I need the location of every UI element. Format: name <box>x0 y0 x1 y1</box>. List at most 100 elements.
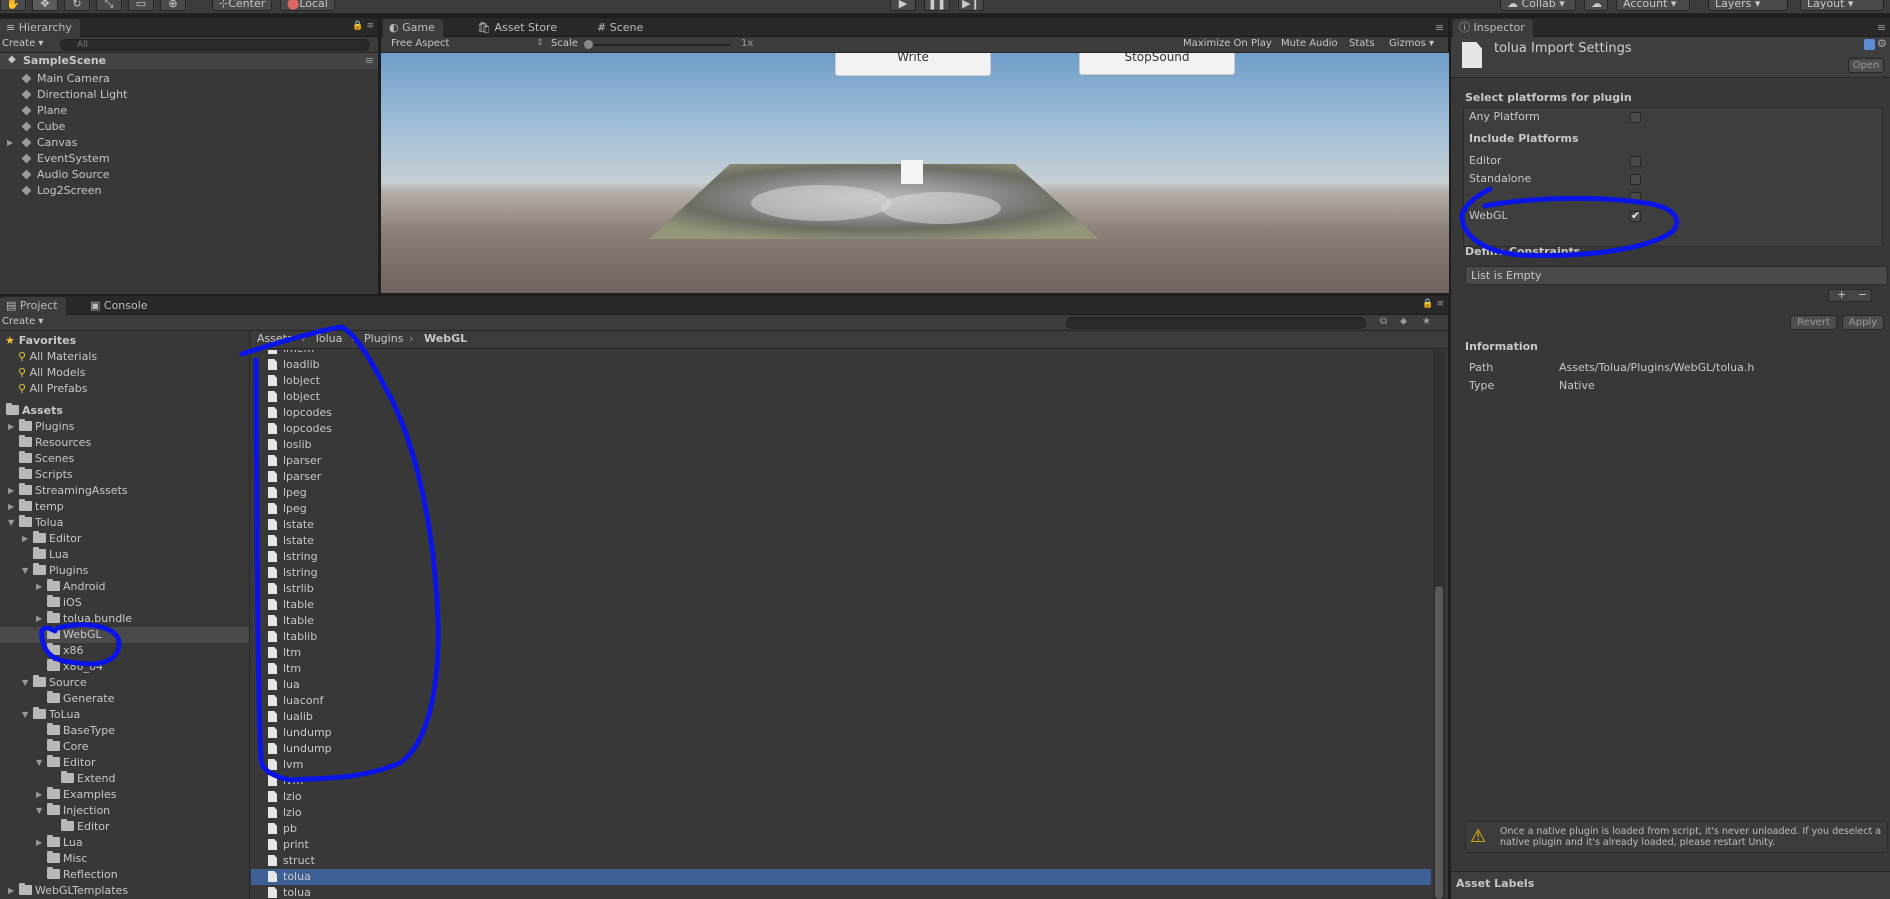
hierarchy-item[interactable]: Plane <box>0 103 378 119</box>
hand-tool-icon[interactable]: ✋ <box>0 0 26 11</box>
any-platform-checkbox[interactable] <box>1630 112 1641 123</box>
rotate-tool-icon[interactable]: ↻ <box>64 0 90 11</box>
file-item[interactable]: lstate <box>251 533 1431 549</box>
folder-tree-item[interactable]: Resources <box>0 435 249 451</box>
settings-gear-icon[interactable]: ⚙ <box>1877 37 1887 50</box>
platform-standalone-checkbox[interactable] <box>1630 174 1641 185</box>
folder-tree-item[interactable]: Extend <box>0 771 249 787</box>
file-item[interactable]: lparser <box>251 469 1431 485</box>
tab-scene[interactable]: # Scene <box>591 19 651 37</box>
scale-slider-thumb[interactable] <box>584 40 593 49</box>
inspector-menu-icon[interactable]: ≡ <box>1877 21 1886 34</box>
folder-tree-item[interactable]: ▶ Editor <box>0 531 249 547</box>
hierarchy-search-input[interactable]: All <box>60 39 370 51</box>
tab-inspector[interactable]: ⓘ Inspector <box>1453 19 1533 37</box>
project-menu-icon[interactable]: 🔒 ≡ <box>1422 299 1444 309</box>
folder-tree-item[interactable]: ▼ Editor <box>0 755 249 771</box>
folder-tree-item[interactable]: Lua <box>0 547 249 563</box>
list-add-button[interactable]: + <box>1837 289 1846 300</box>
folder-tree-item[interactable]: ▶ tolua.bundle <box>0 611 249 627</box>
file-item[interactable]: lua <box>251 677 1431 693</box>
file-item[interactable]: loslib <box>251 437 1431 453</box>
file-item[interactable]: lpeg <box>251 485 1431 501</box>
folder-tree-item[interactable]: Scenes <box>0 451 249 467</box>
folder-tree-item[interactable]: iOS <box>0 595 249 611</box>
file-item[interactable]: lstate <box>251 517 1431 533</box>
hierarchy-item[interactable]: Log2Screen <box>0 183 378 199</box>
file-item[interactable]: ltm <box>251 645 1431 661</box>
folder-tree-item[interactable]: ▼ Source <box>0 675 249 691</box>
maximize-on-play-toggle[interactable]: Maximize On Play <box>1183 38 1272 49</box>
folder-tree-item[interactable]: ▶ WebGLTemplates <box>0 883 249 899</box>
file-item[interactable]: lopcodes <box>251 421 1431 437</box>
file-item[interactable]: ltablib <box>251 629 1431 645</box>
file-item[interactable]: struct <box>251 853 1431 869</box>
layout-dropdown[interactable]: Layout ▾ <box>1800 0 1884 11</box>
rect-tool-icon[interactable]: ▭ <box>128 0 154 11</box>
expand-arrow-icon[interactable]: ▼ <box>36 755 42 771</box>
expand-arrow-icon[interactable]: ▶ <box>7 135 13 151</box>
folder-tree-item[interactable]: ▶ Plugins <box>0 419 249 435</box>
file-item[interactable]: ltable <box>251 597 1431 613</box>
file-item[interactable]: lstrlib <box>251 581 1431 597</box>
platform-webgl-checkbox[interactable]: ✔ <box>1630 210 1641 222</box>
pivot-center-button[interactable]: ⊹Center <box>212 0 273 11</box>
file-item[interactable]: lzio <box>251 789 1431 805</box>
filter-by-label-icon[interactable]: ⬥ <box>1400 316 1407 327</box>
expand-arrow-icon[interactable]: ▼ <box>22 563 28 579</box>
file-item[interactable]: lualib <box>251 709 1431 725</box>
game-viewport[interactable]: Write StopSound <box>381 53 1449 293</box>
expand-arrow-icon[interactable]: ▶ <box>8 499 14 515</box>
folder-tree-item[interactable]: WebGL <box>0 627 249 643</box>
scale-tool-icon[interactable]: ⤡ <box>96 0 122 11</box>
tab-hierarchy[interactable]: ≡ Hierarchy <box>0 19 80 37</box>
folder-tree-item[interactable]: BaseType <box>0 723 249 739</box>
folder-tree-item[interactable]: Core <box>0 739 249 755</box>
file-item[interactable]: ltm <box>251 661 1431 677</box>
play-button[interactable]: ▶ <box>890 0 916 11</box>
aspect-arrows-icon[interactable]: ⇕ <box>536 38 544 48</box>
folder-tree-item[interactable]: Scripts <box>0 467 249 483</box>
aspect-dropdown[interactable]: Free Aspect <box>391 38 449 49</box>
file-item[interactable]: luaconf <box>251 693 1431 709</box>
file-item[interactable]: lundump <box>251 741 1431 757</box>
pause-button[interactable]: ❚❚ <box>924 0 950 11</box>
expand-arrow-icon[interactable]: ▼ <box>22 675 28 691</box>
file-item[interactable]: lpeg <box>251 501 1431 517</box>
pivot-local-button[interactable]: ⬤Local <box>280 0 335 11</box>
scene-menu-icon[interactable]: ≡ <box>365 54 374 67</box>
expand-arrow-icon[interactable]: ▼ <box>22 707 28 723</box>
move-tool-icon[interactable]: ✥ <box>32 0 58 11</box>
favorites-header[interactable]: ★ Favorites <box>5 333 76 349</box>
folder-tree-item[interactable]: ▼ Plugins <box>0 563 249 579</box>
scale-slider[interactable] <box>586 44 731 46</box>
favorite-item[interactable]: ⚲ All Prefabs <box>18 381 88 397</box>
folder-tree-item[interactable]: ▼ Injection <box>0 803 249 819</box>
breadcrumb-webgl[interactable]: WebGL <box>424 332 467 345</box>
center-menu-icon[interactable]: ≡ <box>1435 21 1444 34</box>
folder-tree-item[interactable]: ▶ temp <box>0 499 249 515</box>
expand-arrow-icon[interactable]: ▶ <box>22 531 28 547</box>
layers-dropdown[interactable]: Layers ▾ <box>1708 0 1788 11</box>
file-item[interactable]: lmem <box>251 350 1431 357</box>
file-item[interactable]: lstring <box>251 549 1431 565</box>
folder-tree-item[interactable]: Reflection <box>0 867 249 883</box>
file-item[interactable]: lvm <box>251 773 1431 789</box>
help-book-icon[interactable] <box>1864 39 1875 50</box>
transform-tool-icon[interactable]: ⊕ <box>160 0 186 11</box>
file-item[interactable]: tolua <box>251 869 1431 885</box>
collab-button[interactable]: ☁ Collab ▾ <box>1500 0 1576 11</box>
file-item[interactable]: lstring <box>251 565 1431 581</box>
gizmos-dropdown[interactable]: Gizmos ▾ <box>1389 38 1434 49</box>
platform-editor-checkbox[interactable] <box>1630 156 1641 167</box>
hierarchy-create-button[interactable]: Create ▾ <box>2 38 43 49</box>
folder-tree-item[interactable]: ▶ Examples <box>0 787 249 803</box>
hierarchy-item[interactable]: Directional Light <box>0 87 378 103</box>
expand-arrow-icon[interactable]: ▶ <box>36 579 42 595</box>
file-item[interactable]: print <box>251 837 1431 853</box>
apply-button[interactable]: Apply <box>1842 315 1884 330</box>
tab-console[interactable]: ▣ Console <box>84 297 156 315</box>
file-item[interactable]: tolua <box>251 885 1431 899</box>
step-button[interactable]: ▶❙ <box>958 0 984 11</box>
list-remove-button[interactable]: − <box>1858 289 1867 300</box>
